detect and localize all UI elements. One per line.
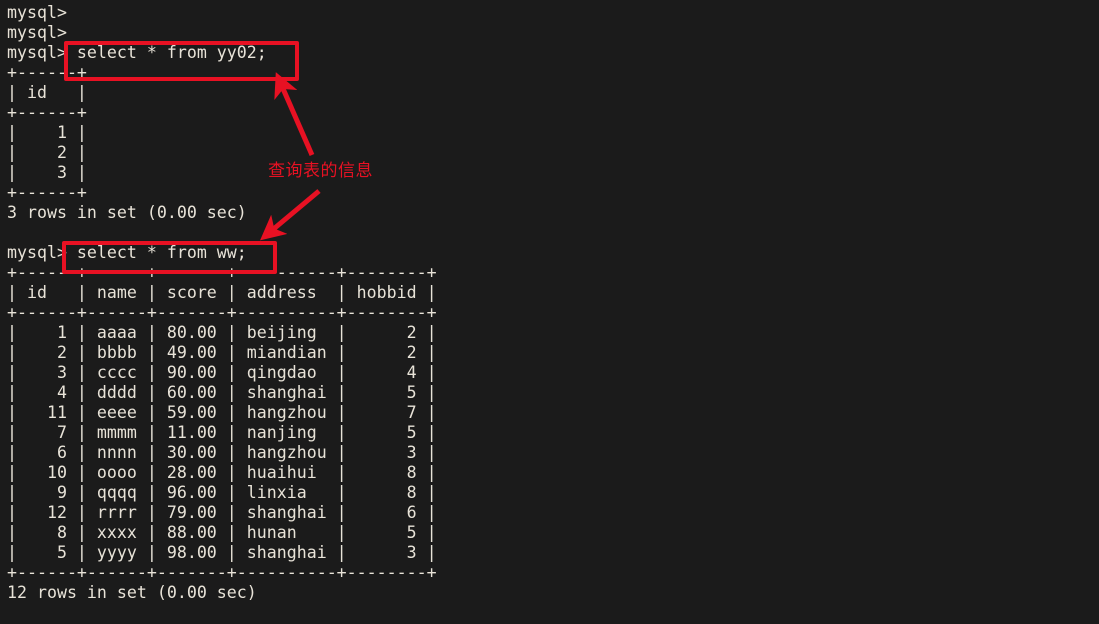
terminal-line: mysql> xyxy=(7,23,77,42)
terminal-line: | 8 | xxxx | 88.00 | hunan | 5 | xyxy=(7,523,437,542)
annotation-label: 查询表的信息 xyxy=(268,161,373,181)
terminal-line: | 2 | bbbb | 49.00 | miandian | 2 | xyxy=(7,343,437,362)
terminal-window: mysql> mysql> mysql> select * from yy02;… xyxy=(0,0,1099,624)
terminal-line: | 9 | qqqq | 96.00 | linxia | 8 | xyxy=(7,483,437,502)
terminal-line: | 6 | nnnn | 30.00 | hangzhou | 3 | xyxy=(7,443,437,462)
terminal-line: | 10 | oooo | 28.00 | huaihui | 8 | xyxy=(7,463,437,482)
terminal-line: | 3 | cccc | 90.00 | qingdao | 4 | xyxy=(7,363,437,382)
terminal-line: +------+ xyxy=(7,183,87,202)
terminal-line: | 7 | mmmm | 11.00 | nanjing | 5 | xyxy=(7,423,437,442)
terminal-line: | 5 | yyyy | 98.00 | shanghai | 3 | xyxy=(7,543,437,562)
terminal-line: 12 rows in set (0.00 sec) xyxy=(7,583,257,602)
terminal-line: +------+------+-------+----------+------… xyxy=(7,563,437,582)
terminal-line: | 12 | rrrr | 79.00 | shanghai | 6 | xyxy=(7,503,437,522)
terminal-line: | 1 | xyxy=(7,123,87,142)
highlight-box-first-query[interactable] xyxy=(64,41,299,81)
highlight-box-second-query[interactable] xyxy=(62,241,277,274)
terminal-line: | 1 | aaaa | 80.00 | beijing | 2 | xyxy=(7,323,437,342)
terminal-line: | id | xyxy=(7,83,87,102)
terminal-line: +------+ xyxy=(7,103,87,122)
terminal-line: 3 rows in set (0.00 sec) xyxy=(7,203,247,222)
terminal-line: | id | name | score | address | hobbid | xyxy=(7,283,437,302)
terminal-line: mysql> xyxy=(7,3,77,22)
terminal-output[interactable]: mysql> mysql> mysql> select * from yy02;… xyxy=(7,3,437,603)
terminal-line: +------+------+-------+----------+------… xyxy=(7,303,437,322)
terminal-line: | 4 | dddd | 60.00 | shanghai | 5 | xyxy=(7,383,437,402)
terminal-line: | 11 | eeee | 59.00 | hangzhou | 7 | xyxy=(7,403,437,422)
